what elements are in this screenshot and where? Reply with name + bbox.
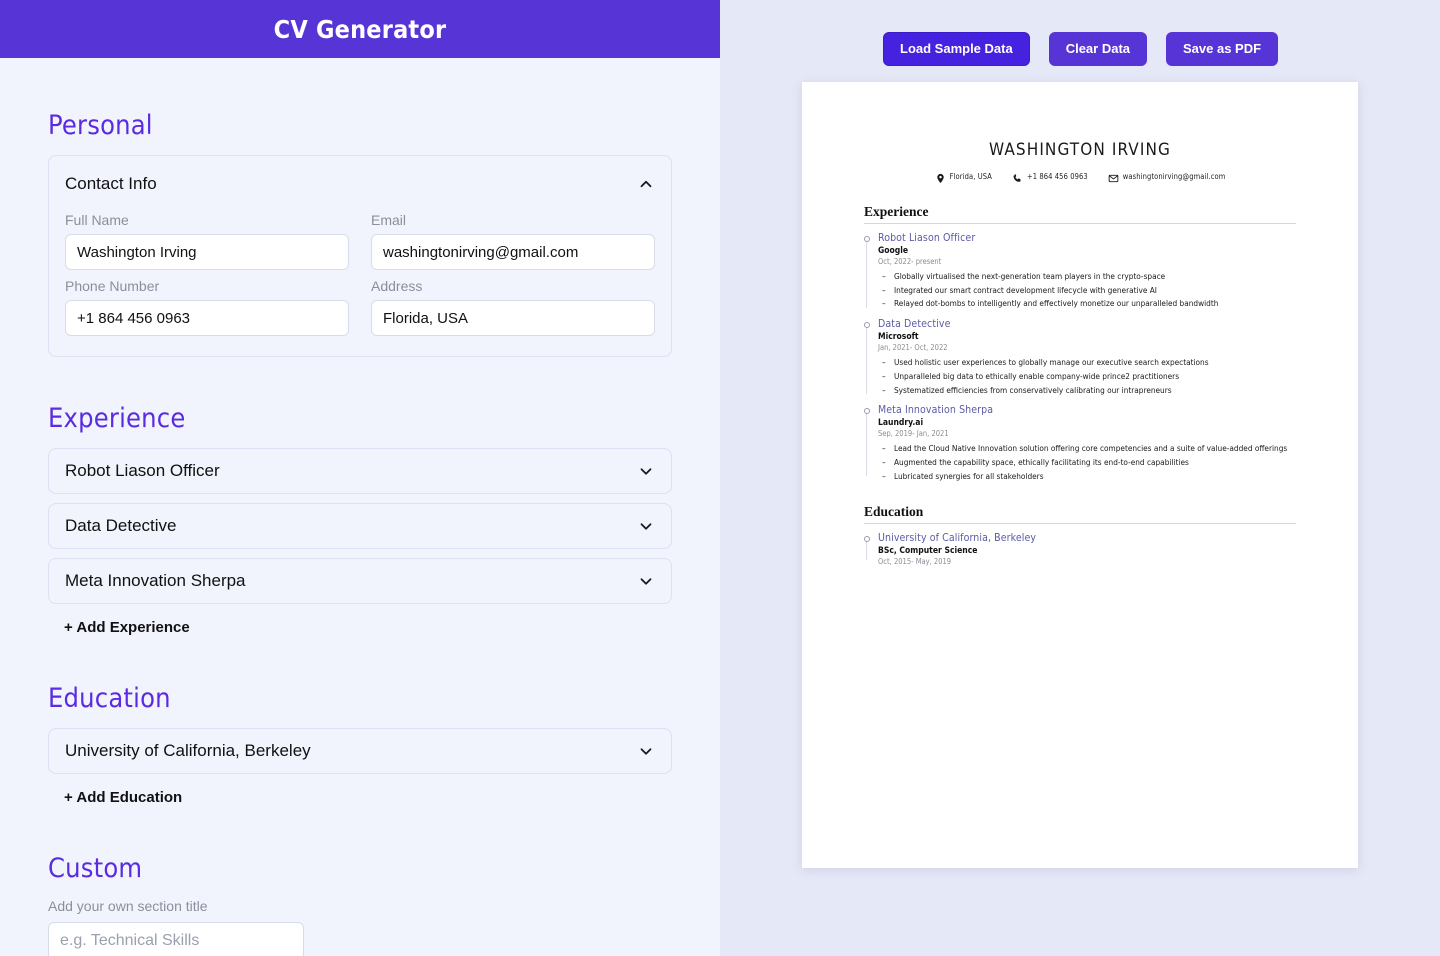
- cv-experience-item: Robot Liason Officer Google Oct, 2022- p…: [864, 232, 1296, 310]
- address-label: Address: [371, 278, 423, 294]
- education-accordion-0[interactable]: University of California, Berkeley: [48, 728, 672, 774]
- cv-experience-section: Experience Robot Liason Officer Google O…: [864, 204, 1296, 482]
- custom-section-title-input[interactable]: [48, 922, 304, 956]
- email-field-group: Email: [371, 206, 655, 270]
- phone-input[interactable]: [65, 300, 349, 336]
- contact-info-card: Contact Info Full Name Email P: [48, 155, 672, 357]
- cv-page: WASHINGTON IRVING Florida, USA +1 864 45…: [802, 82, 1358, 868]
- section-heading-custom: Custom: [48, 853, 143, 884]
- cv-experience-point: Globally virtualised the next-generation…: [878, 270, 1296, 283]
- cv-experience-point: Integrated our smart contract developmen…: [878, 284, 1296, 297]
- custom-section-hint: Add your own section title: [48, 898, 208, 914]
- preview-panel: Load Sample Data Clear Data Save as PDF …: [720, 0, 1440, 956]
- contact-info-title: Contact Info: [65, 174, 157, 193]
- section-heading-experience: Experience: [48, 403, 186, 434]
- cv-experience-item: Meta Innovation Sherpa Laundry.ai Sep, 2…: [864, 404, 1296, 482]
- cv-page-content: WASHINGTON IRVING Florida, USA +1 864 45…: [802, 82, 1358, 566]
- cv-experience-role: Meta Innovation Sherpa: [878, 404, 994, 417]
- editor-body: Personal Contact Info Full Name Email: [0, 110, 720, 956]
- cv-education-section: Education University of California, Berk…: [864, 504, 1296, 566]
- cv-contact-phone: +1 864 456 0963: [1012, 171, 1088, 182]
- cv-experience-point: Augmented the capability space, ethicall…: [878, 456, 1296, 469]
- phone-field-group: Phone Number: [65, 272, 349, 336]
- cv-experience-org: Google: [878, 246, 909, 256]
- cv-experience-point: Used holistic user experiences to global…: [878, 356, 1296, 369]
- load-sample-data-button[interactable]: Load Sample Data: [883, 32, 1030, 66]
- cv-generator-app: CV Generator Personal Contact Info Full …: [0, 0, 1440, 956]
- cv-experience-item: Data Detective Microsoft Jan, 2021- Oct,…: [864, 318, 1296, 396]
- add-education-button[interactable]: + Add Education: [48, 783, 182, 806]
- cv-contact-row: Florida, USA +1 864 456 0963 washingtoni…: [864, 171, 1296, 184]
- cv-experience-point: Lubricated synergies for all stakeholder…: [878, 470, 1296, 483]
- cv-experience-points: Globally virtualised the next-generation…: [878, 270, 1296, 310]
- cv-experience-point: Relayed dot-bombs to intelligently and e…: [878, 297, 1296, 310]
- editor-panel: CV Generator Personal Contact Info Full …: [0, 0, 720, 956]
- chevron-down-icon[interactable]: [637, 517, 655, 535]
- cv-experience-role: Robot Liason Officer: [878, 232, 976, 244]
- experience-accordion-label-0: Robot Liason Officer: [65, 461, 220, 480]
- cv-contact-phone-text: +1 864 456 0963: [1026, 172, 1088, 181]
- cv-experience-dates: Oct, 2022- present: [878, 257, 942, 266]
- cv-contact-email: washingtonirving@gmail.com: [1108, 171, 1226, 183]
- experience-accordion-1[interactable]: Data Detective: [48, 503, 672, 549]
- phone-label: Phone Number: [65, 278, 160, 294]
- cv-full-name: WASHINGTON IRVING: [989, 140, 1171, 160]
- chevron-down-icon[interactable]: [637, 742, 655, 760]
- cv-experience-point: Lead the Cloud Native Innovation solutio…: [878, 442, 1296, 455]
- cv-education-school: University of California, Berkeley: [878, 532, 1037, 545]
- contact-info-card-header[interactable]: Contact Info: [65, 174, 655, 194]
- cv-education-heading: Education: [864, 504, 1296, 525]
- cv-experience-points: Used holistic user experiences to global…: [878, 356, 1296, 396]
- experience-accordion-2[interactable]: Meta Innovation Sherpa: [48, 558, 672, 604]
- cv-experience-org: Laundry.ai: [878, 418, 924, 429]
- cv-education-item: University of California, Berkeley BSc, …: [864, 532, 1296, 566]
- cv-contact-location-text: Florida, USA: [949, 172, 992, 181]
- chevron-down-icon[interactable]: [637, 462, 655, 480]
- experience-accordion-label-2: Meta Innovation Sherpa: [65, 571, 246, 590]
- cv-experience-heading: Experience: [864, 204, 1296, 224]
- add-experience-button[interactable]: + Add Experience: [48, 613, 190, 636]
- cv-experience-dates: Sep, 2019- Jan, 2021: [878, 429, 949, 439]
- email-label: Email: [371, 212, 407, 228]
- page-title: CV Generator: [273, 14, 447, 44]
- chevron-down-icon[interactable]: [637, 572, 655, 590]
- address-input[interactable]: [371, 300, 655, 336]
- education-accordion-label-0: University of California, Berkeley: [65, 741, 311, 760]
- envelope-icon: [1108, 171, 1119, 183]
- cv-experience-point: Systematized efficiencies from conservat…: [878, 384, 1296, 397]
- section-heading-personal: Personal: [48, 110, 153, 141]
- cv-experience-role: Data Detective: [878, 318, 951, 331]
- preview-toolbar: Load Sample Data Clear Data Save as PDF: [883, 32, 1279, 66]
- cv-experience-dates: Jan, 2021- Oct, 2022: [878, 343, 948, 353]
- cv-experience-org: Microsoft: [878, 332, 919, 343]
- clear-data-button[interactable]: Clear Data: [1048, 32, 1148, 66]
- cv-contact-location: Florida, USA: [935, 171, 992, 184]
- full-name-input[interactable]: [65, 234, 349, 270]
- cv-experience-points: Lead the Cloud Native Innovation solutio…: [878, 442, 1296, 482]
- location-pin-icon: [935, 171, 946, 184]
- phone-icon: [1012, 171, 1023, 182]
- full-name-label: Full Name: [65, 212, 129, 228]
- experience-accordion-label-1: Data Detective: [65, 516, 177, 535]
- email-input[interactable]: [371, 234, 655, 270]
- address-field-group: Address: [371, 272, 655, 336]
- section-heading-education: Education: [48, 683, 171, 714]
- cv-education-dates: Oct, 2015- May, 2019: [878, 557, 952, 567]
- cv-contact-email-text: washingtonirving@gmail.com: [1122, 172, 1226, 181]
- experience-accordion-0[interactable]: Robot Liason Officer: [48, 448, 672, 494]
- chevron-up-icon[interactable]: [637, 175, 655, 193]
- cv-experience-point: Unparalleled big data to ethically enabl…: [878, 370, 1296, 383]
- contact-info-fields: Full Name Email Phone Number Address: [65, 206, 655, 336]
- app-header: CV Generator: [0, 0, 720, 58]
- save-as-pdf-button[interactable]: Save as PDF: [1166, 32, 1279, 66]
- full-name-field-group: Full Name: [65, 206, 349, 270]
- cv-education-degree: BSc, Computer Science: [878, 546, 978, 557]
